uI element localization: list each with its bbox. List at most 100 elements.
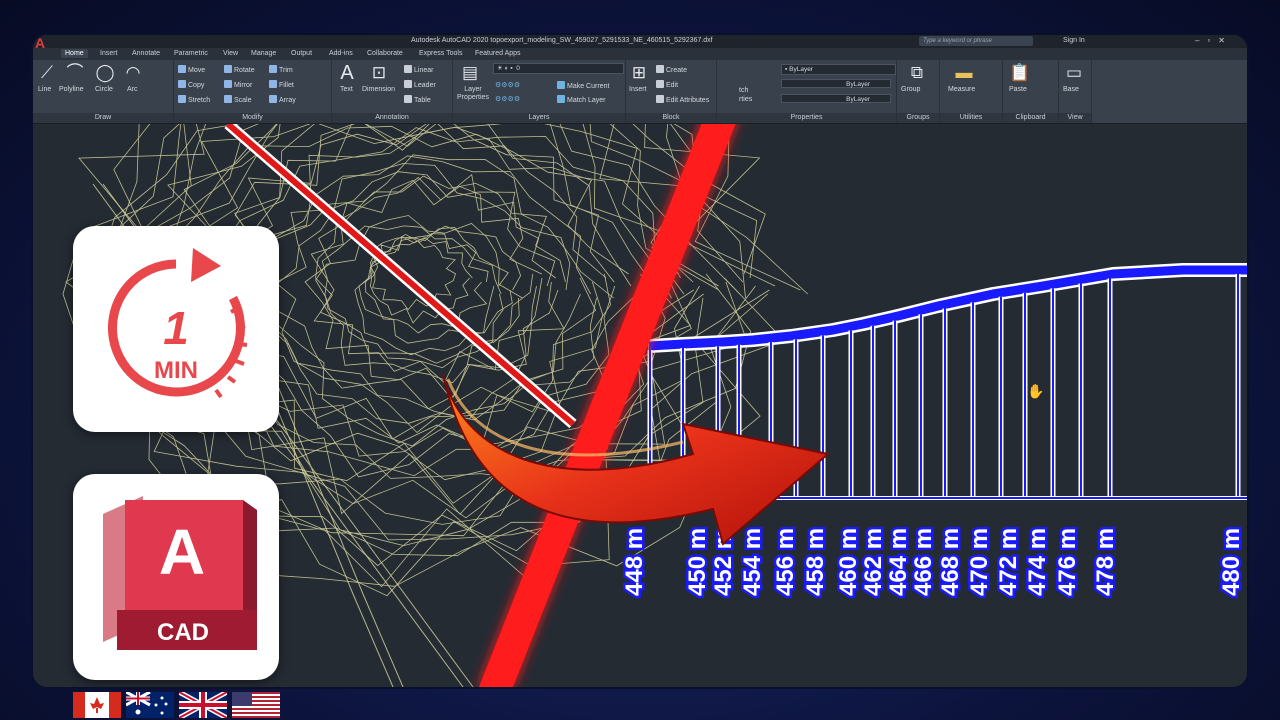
- tab-manage[interactable]: Manage: [247, 49, 280, 58]
- arc-button[interactable]: Arc: [127, 86, 138, 93]
- color-dropdown[interactable]: ▪ ByLayer: [781, 64, 896, 75]
- linetype-dropdown[interactable]: ByLayer: [781, 79, 891, 88]
- search-input[interactable]: Type a keyword or phrase: [919, 36, 1033, 46]
- table-button[interactable]: Table: [404, 95, 431, 104]
- elevation-label: 478 m: [1092, 528, 1119, 596]
- sign-in-link[interactable]: Sign In: [1063, 37, 1085, 44]
- circle-icon[interactable]: ◯: [95, 63, 115, 83]
- autocad-window: Autodesk AutoCAD 2020 topoexport_modelin…: [33, 35, 1247, 687]
- panel-title-modify[interactable]: Modify: [174, 113, 331, 123]
- polyline-icon[interactable]: ⌒: [65, 63, 85, 83]
- pan-hand-cursor-icon: ✋: [1027, 383, 1044, 399]
- edit-block-button[interactable]: Edit: [656, 80, 678, 89]
- layer-dropdown[interactable]: ☀ ◐ ▪ 0: [493, 63, 624, 74]
- paste-button[interactable]: Paste: [1009, 86, 1027, 93]
- title-bar: Autodesk AutoCAD 2020 topoexport_modelin…: [33, 35, 1247, 48]
- tab-add-ins[interactable]: Add-ins: [325, 49, 357, 58]
- panel-title-groups[interactable]: Groups: [897, 113, 939, 123]
- measure-icon[interactable]: ▬: [954, 63, 974, 83]
- arc-icon[interactable]: ◠: [123, 63, 143, 83]
- edit-attributes-button[interactable]: Edit Attributes: [656, 95, 709, 104]
- uk-flag-icon: [179, 692, 227, 718]
- scale-button[interactable]: Scale: [224, 95, 252, 104]
- panel-utilities: ▬ Measure Utilities: [940, 60, 1003, 123]
- panel-title-view[interactable]: View: [1059, 113, 1091, 123]
- match-properties-label[interactable]: tch: [739, 87, 748, 94]
- create-block-button[interactable]: Create: [656, 65, 687, 74]
- trim-icon: [269, 65, 277, 73]
- dimension-icon[interactable]: ⊡: [369, 63, 389, 83]
- elevation-label: 454 m: [739, 528, 766, 596]
- layer-tools-icon[interactable]: ⚙⚙⚙⚙: [495, 81, 520, 89]
- linear-button[interactable]: Linear: [404, 65, 433, 74]
- make-current-button[interactable]: Make Current: [557, 81, 609, 90]
- panel-title-layers[interactable]: Layers: [453, 113, 625, 123]
- panel-title-annotation[interactable]: Annotation: [332, 113, 452, 123]
- match-properties-label-2[interactable]: rties: [739, 96, 752, 103]
- panel-title-draw[interactable]: Draw: [33, 113, 173, 123]
- line-icon[interactable]: ⟋: [37, 63, 57, 83]
- tab-parametric[interactable]: Parametric: [170, 49, 212, 58]
- drawing-canvas[interactable]: 448 m 450 m 452 m 454 m 456 m 458 m 460 m 462 m…: [33, 124, 1247, 687]
- autocad-logo-icon: A CAD: [103, 496, 257, 650]
- lineweight-dropdown[interactable]: ByLayer: [781, 94, 891, 103]
- panel-title-properties[interactable]: Properties: [717, 113, 896, 123]
- base-view-icon[interactable]: ▭: [1064, 63, 1084, 83]
- match-layer-button[interactable]: Match Layer: [557, 95, 606, 104]
- text-icon[interactable]: A: [337, 63, 357, 83]
- elevation-label: 460 m: [835, 528, 862, 596]
- insert-button[interactable]: Insert: [629, 86, 647, 93]
- group-button[interactable]: Group: [901, 86, 920, 93]
- tab-express-tools[interactable]: Express Tools: [415, 49, 466, 58]
- dimension-button[interactable]: Dimension: [362, 86, 395, 93]
- elevation-label: 450 m: [684, 528, 711, 596]
- base-button[interactable]: Base: [1063, 86, 1079, 93]
- trim-button[interactable]: Trim: [269, 65, 293, 74]
- edit-attributes-icon: [656, 95, 664, 103]
- stretch-button[interactable]: Stretch: [178, 95, 210, 104]
- measure-button[interactable]: Measure: [948, 86, 975, 93]
- elevation-label: 480 m: [1218, 528, 1245, 596]
- window-controls[interactable]: –▫✕: [1195, 36, 1233, 45]
- tab-home[interactable]: Home: [61, 49, 88, 58]
- elevation-label: 462 m: [860, 528, 887, 596]
- create-block-icon: [656, 65, 664, 73]
- layer-properties-icon[interactable]: ▤: [460, 63, 480, 83]
- panel-title-clipboard[interactable]: Clipboard: [1003, 113, 1058, 123]
- move-button[interactable]: Move: [178, 65, 205, 74]
- panel-title-block[interactable]: Block: [626, 113, 716, 123]
- fillet-button[interactable]: Fillet: [269, 80, 294, 89]
- circle-button[interactable]: Circle: [95, 86, 113, 93]
- elevation-label: 464 m: [885, 528, 912, 596]
- polyline-button[interactable]: Polyline: [59, 86, 84, 93]
- elevation-label: 448 m: [621, 528, 648, 596]
- tab-output[interactable]: Output: [287, 49, 316, 58]
- leader-button[interactable]: Leader: [404, 80, 436, 89]
- panel-view: ▭ Base View: [1059, 60, 1092, 123]
- timer-unit: MIN: [154, 357, 198, 384]
- tab-view[interactable]: View: [219, 49, 242, 58]
- panel-layers: ▤ Layer Properties ☀ ◐ ▪ 0 Make Current …: [453, 60, 626, 123]
- mirror-icon: [224, 80, 232, 88]
- panel-modify: Move Rotate Trim Copy Mirror Fillet Stre…: [174, 60, 332, 123]
- copy-button[interactable]: Copy: [178, 80, 204, 89]
- insert-icon[interactable]: ⊞: [629, 63, 649, 83]
- elevation-label: 470 m: [966, 528, 993, 596]
- paste-icon[interactable]: 📋: [1009, 63, 1030, 83]
- panel-groups: ⧉ Group Groups: [897, 60, 940, 123]
- layer-properties-button[interactable]: Layer Properties: [455, 86, 491, 102]
- stretch-icon: [178, 95, 186, 103]
- rotate-button[interactable]: Rotate: [224, 65, 255, 74]
- layer-tools-icon[interactable]: ⚙⚙⚙⚙: [495, 95, 520, 103]
- tab-featured-apps[interactable]: Featured Apps: [471, 49, 525, 58]
- line-button[interactable]: Line: [38, 86, 51, 93]
- group-icon[interactable]: ⧉: [907, 63, 927, 83]
- tab-annotate[interactable]: Annotate: [128, 49, 164, 58]
- elevation-label: 474 m: [1024, 528, 1051, 596]
- tab-insert[interactable]: Insert: [96, 49, 122, 58]
- array-button[interactable]: Array: [269, 95, 296, 104]
- text-button[interactable]: Text: [340, 86, 353, 93]
- tab-collaborate[interactable]: Collaborate: [363, 49, 407, 58]
- panel-title-utilities[interactable]: Utilities: [940, 113, 1002, 123]
- mirror-button[interactable]: Mirror: [224, 80, 252, 89]
